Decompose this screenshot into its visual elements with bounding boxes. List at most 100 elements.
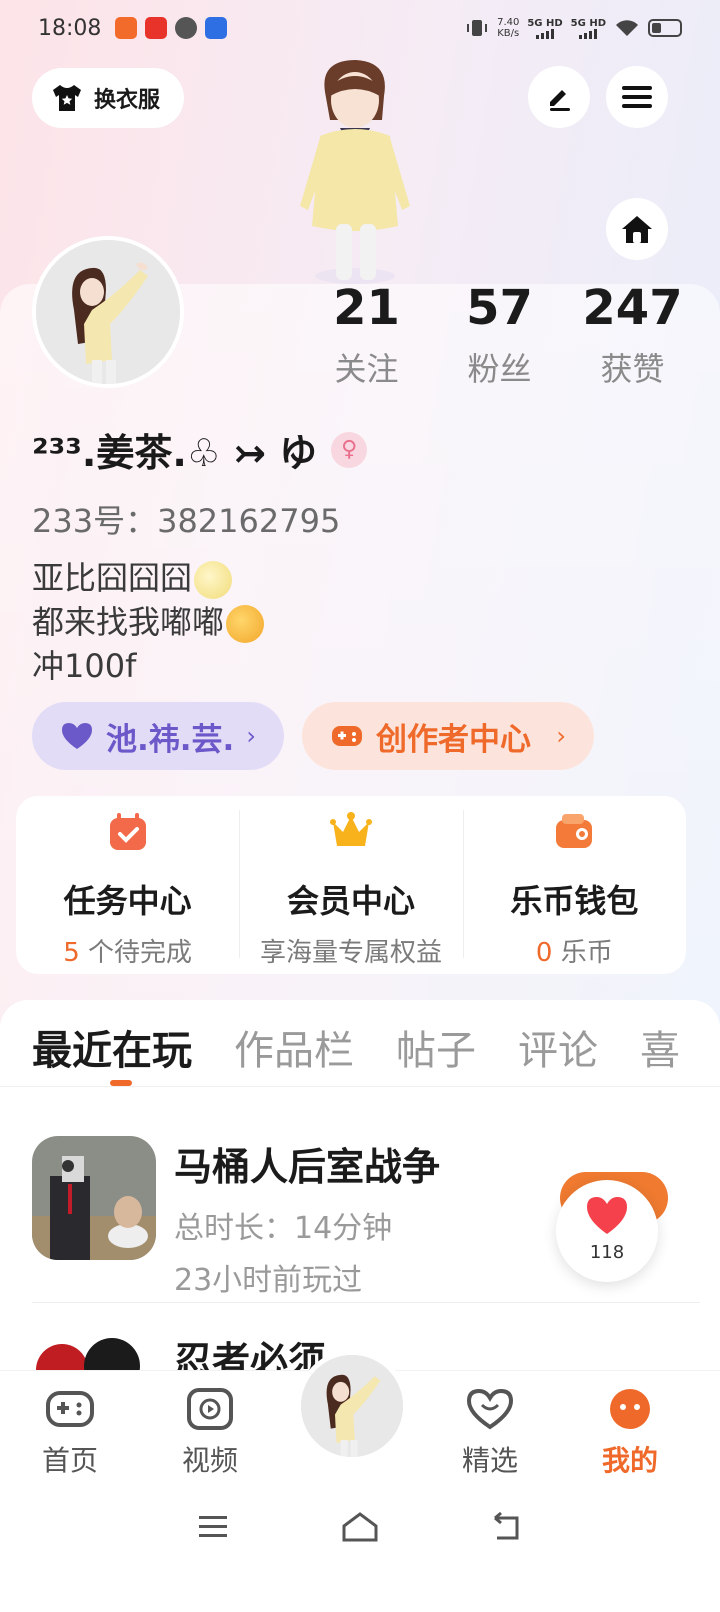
tshirt-icon [53,85,81,111]
nav-home-label: 首页 [41,1444,98,1477]
vip-center-sub: 享海量专属权益 [259,938,442,968]
home-icon [622,216,652,243]
chevron-right-icon: › [556,722,566,750]
service-center-card: 任务中心 5 个待完成 会员中心 享海量专属权益 乐币钱包 0 乐币 [16,796,686,974]
battery-icon [648,19,682,37]
stat-following[interactable]: 21 关注 [300,280,433,390]
tab-posts[interactable]: 帖子 [396,1018,476,1076]
chevron-right-icon: › [246,722,256,750]
crown-icon [329,812,372,846]
like-float-button[interactable]: 118 [556,1180,658,1282]
avatar-image [36,240,180,384]
nav-featured-label: 精选 [461,1444,518,1477]
user-id[interactable]: 233号：382162795 [32,496,340,542]
game-title: 马桶人后室战争 [174,1145,441,1189]
nav-center-avatar[interactable] [296,1350,408,1462]
tab-likes[interactable]: 喜 [640,1018,680,1076]
bio-line-2: 都来找我嘟嘟 [32,603,225,641]
tab-comments[interactable]: 评论 [518,1018,598,1076]
home-button[interactable] [606,198,668,260]
game-last-played: 23小时前玩过 [174,1263,363,1298]
game-info: 忍者必须 [174,1330,326,1370]
status-bar: 18:08 7.40 KB/s 5G HD 5G HD [0,0,720,56]
bio-line-1: 亚比囧囧囧 [32,559,193,597]
bio: 亚比囧囧囧 都来找我嘟嘟 冲100f [32,556,265,688]
moon-face-emoji-icon [194,561,233,599]
nav-video[interactable]: 视频 [165,1387,255,1479]
nav-video-label: 视频 [181,1444,238,1477]
stat-label: 关注 [334,350,399,388]
stat-num: 57 [466,280,533,336]
gamepad-icon [332,726,362,746]
stat-likes[interactable]: 247 获赞 [566,280,699,390]
change-outfit-label: 换衣服 [94,88,161,113]
like-count: 118 [589,1242,625,1263]
profile-tabs: 最近在玩 作品栏 帖子 评论 喜 [32,1018,680,1076]
wallet-icon [556,814,593,848]
edit-icon [550,90,570,111]
wallet[interactable]: 乐币钱包 0 乐币 [462,796,686,974]
back-icon[interactable] [487,1510,527,1544]
username: ²³³.姜茶.♧ ↣ ゆ [32,431,318,475]
avatar[interactable] [32,236,184,388]
edit-profile-button[interactable] [528,66,590,128]
system-nav-bar [0,1510,720,1544]
recent-apps-icon[interactable] [193,1510,233,1544]
nav-home[interactable]: 首页 [25,1387,115,1479]
status-time: 18:08 [38,15,102,41]
heart-outline-icon [466,1388,514,1430]
signal-1: 5G HD [527,18,563,39]
shop-notification-icon [145,17,168,39]
profile-name-row: ²³³.姜茶.♧ ↣ ゆ ♀ [32,422,368,477]
game-info: 马桶人后室战争 总时长：14分钟 23小时前玩过 [174,1136,440,1299]
app-notification-icon [115,17,138,39]
vip-center-title: 会员中心 [286,882,415,920]
creator-center-label: 创作者中心 [376,721,531,758]
system-home-icon[interactable] [340,1510,380,1544]
wallet-sub: 0 乐币 [535,938,613,968]
gamepad-icon [46,1391,94,1427]
paw-notification-icon [205,17,228,39]
stat-followers[interactable]: 57 粉丝 [433,280,566,390]
cp-relation-button[interactable]: 池.祎.芸. › [32,702,284,770]
female-icon: ♀ [331,431,368,468]
task-center-title: 任务中心 [63,882,192,920]
stat-num: 21 [333,280,400,336]
game-title: 忍者必须 [174,1339,327,1370]
vibrate-icon [467,20,488,36]
stat-label: 粉丝 [467,350,532,388]
avatar-image [301,1355,403,1457]
creator-center-button[interactable]: 创作者中心 › [302,702,594,770]
menu-button[interactable] [606,66,668,128]
calendar-check-icon [109,813,146,850]
tab-recent-played[interactable]: 最近在玩 [32,1018,192,1076]
game-duration: 总时长：14分钟 [174,1211,393,1246]
kiss-face-emoji-icon [226,605,265,643]
play-icon [187,1388,233,1430]
game-thumbnail [32,1136,156,1260]
avatar-character-figure[interactable] [270,56,440,286]
game-thumbnail [32,1330,156,1370]
cp-relation-label: 池.祎.芸. [106,721,235,758]
task-center[interactable]: 任务中心 5 个待完成 [16,796,239,974]
nav-featured[interactable]: 精选 [445,1387,535,1479]
task-center-sub: 5 个待完成 [63,938,193,968]
tab-divider [0,1086,720,1087]
nav-mine[interactable]: 我的 [585,1387,675,1479]
face-icon [610,1389,650,1429]
tab-works[interactable]: 作品栏 [234,1018,354,1076]
message-notification-icon [175,17,198,39]
heart-icon [62,723,92,749]
profile-stats: 21 关注 57 粉丝 247 获赞 [300,280,700,390]
signal-2: 5G HD [571,18,606,39]
change-outfit-button[interactable]: 换衣服 [32,68,185,128]
net-speed: 7.40 KB/s [497,17,520,39]
stat-num: 247 [582,280,683,336]
vip-center[interactable]: 会员中心 享海量专属权益 [239,796,462,974]
menu-icon [622,86,652,108]
bio-line-3: 冲100f [32,647,137,685]
wifi-icon [616,20,638,36]
nav-mine-label: 我的 [601,1444,658,1477]
stat-label: 获赞 [600,350,665,388]
wallet-title: 乐币钱包 [510,882,639,920]
